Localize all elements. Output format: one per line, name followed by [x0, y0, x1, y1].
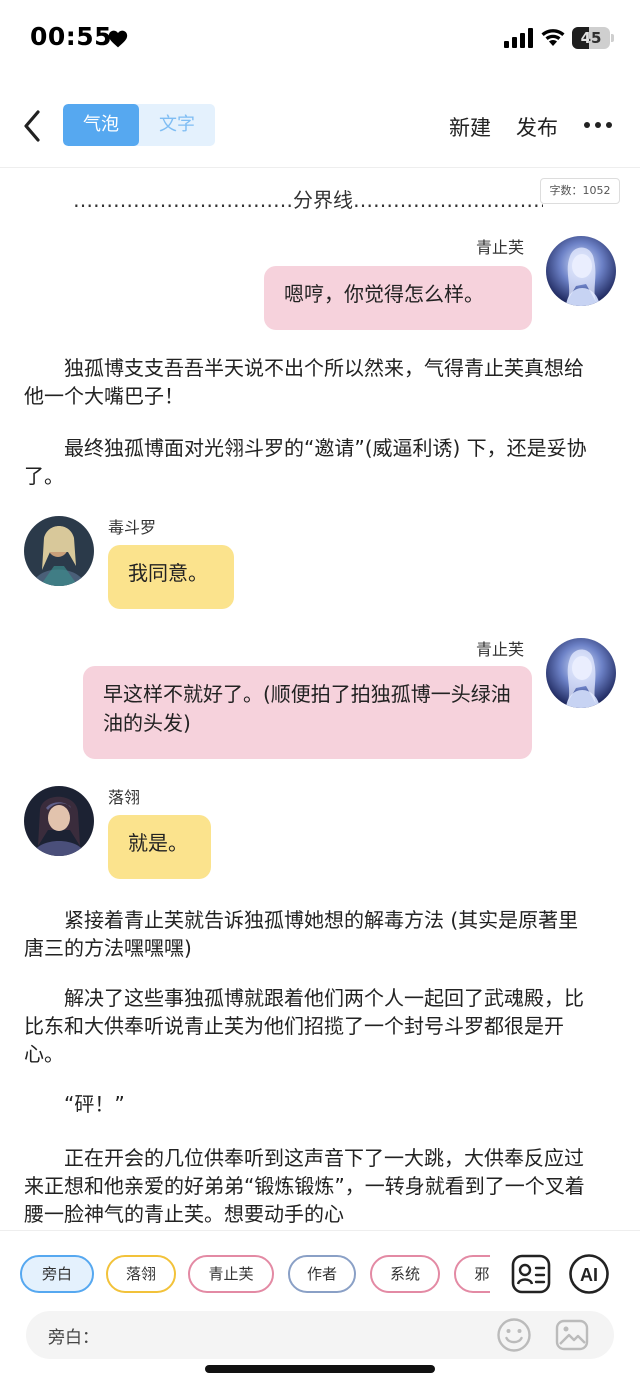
narration-paragraph: “砰！” [64, 1092, 125, 1116]
role-chip-luoling[interactable]: 落翎 [106, 1255, 176, 1293]
story-content[interactable]: ……………………………分界线…………………………… 字数：1052 青止芙 嗯哼… [0, 170, 640, 1230]
heart-icon [108, 30, 128, 48]
image-icon[interactable] [554, 1317, 590, 1353]
avatar[interactable] [24, 516, 94, 586]
narration-paragraph: 紧接着青止芙就告诉独孤博她想的解毒方法 (其实是原著里唐三的方法嘿嘿嘿) [24, 908, 579, 960]
tab-bubble[interactable]: 气泡 [63, 104, 139, 146]
speaker-name: 落翎 [108, 788, 141, 807]
home-indicator [205, 1365, 435, 1373]
role-chip-more[interactable]: 邪... [454, 1255, 490, 1293]
role-manage-icon[interactable] [510, 1253, 552, 1295]
narration-paragraph: 独孤博支支吾吾半天说不出个所以然来，气得青止芙真想给他一个大嘴巴子！ [24, 356, 584, 408]
role-selector: 旁白 落翎 青止芙 作者 系统 邪... [20, 1255, 490, 1295]
chat-bubble[interactable]: 嗯哼，你觉得怎么样。 [264, 266, 532, 330]
avatar[interactable] [546, 638, 616, 708]
ai-button[interactable]: AI [568, 1253, 610, 1295]
narration-paragraph: 解决了这些事独孤博就跟着他们两个人一起回了武魂殿，比比东和大供奉听说青止芙为他们… [24, 986, 584, 1066]
chat-bubble[interactable]: 我同意。 [108, 545, 234, 609]
chat-bubble[interactable]: 就是。 [108, 815, 211, 879]
signal-icon [504, 28, 533, 48]
role-chip-narration[interactable]: 旁白 [20, 1255, 94, 1293]
chat-bubble[interactable]: 早这样不就好了。(顺便拍了拍独孤博一头绿油油的头发) [83, 666, 532, 759]
nav-bar: 气泡 文字 新建 发布 [0, 88, 640, 168]
battery-level: 45 [580, 29, 602, 47]
emoji-icon[interactable] [496, 1317, 532, 1353]
speaker-name: 毒斗罗 [108, 518, 157, 537]
tab-text[interactable]: 文字 [139, 104, 215, 146]
wifi-icon [541, 29, 565, 46]
ai-label: AI [580, 1265, 598, 1285]
speaker-name: 青止芙 [476, 640, 525, 659]
word-count-badge: 字数：1052 [540, 178, 620, 204]
more-icon[interactable] [583, 118, 613, 132]
composer-panel: 旁白 落翎 青止芙 作者 系统 邪... AI 旁白： [0, 1230, 640, 1385]
avatar[interactable] [24, 786, 94, 856]
battery-icon: 45 [572, 27, 614, 49]
speaker-name: 青止芙 [476, 238, 525, 257]
role-chip-author[interactable]: 作者 [288, 1255, 356, 1293]
avatar[interactable] [546, 236, 616, 306]
publish-button[interactable]: 发布 [516, 112, 558, 142]
narration-paragraph: 最终独孤博面对光翎斗罗的“邀请”(威逼利诱) 下，还是妥协了。 [24, 436, 587, 488]
message-input[interactable] [96, 1319, 486, 1351]
back-arrow-icon[interactable] [18, 106, 48, 146]
input-role-label: 旁白： [48, 1328, 99, 1348]
section-divider: ……………………………分界线…………………………… [73, 188, 543, 212]
status-time: 00:55 [30, 22, 113, 51]
new-button[interactable]: 新建 [449, 112, 491, 142]
message-input-row: 旁白： [26, 1311, 614, 1359]
role-chip-system[interactable]: 系统 [370, 1255, 440, 1293]
status-bar: 00:55 45 [0, 0, 640, 78]
mode-segmented-control: 气泡 文字 [63, 104, 215, 146]
role-chip-qingzhifu[interactable]: 青止芙 [188, 1255, 274, 1293]
narration-paragraph: 正在开会的几位供奉听到这声音下了一大跳，大供奉反应过来正想和他亲爱的好弟弟“锻炼… [24, 1146, 585, 1226]
ai-icon: AI [569, 1254, 609, 1294]
